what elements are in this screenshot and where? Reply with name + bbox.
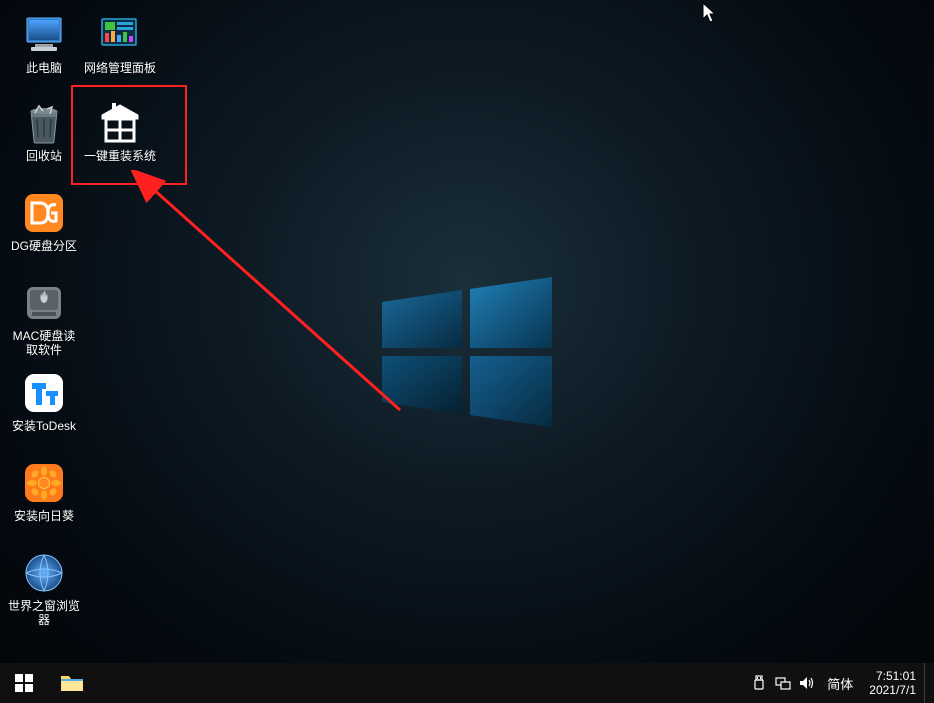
tray-volume-icon[interactable] <box>795 663 819 703</box>
tray-usb-icon[interactable] <box>747 663 771 703</box>
desktop-icon-dg-partition[interactable]: DG硬盘分区 <box>6 188 82 255</box>
desktop-icon-install-sunflower[interactable]: 安装向日葵 <box>6 458 82 525</box>
mac-disk-icon <box>21 280 67 326</box>
this-pc-icon <box>21 12 67 58</box>
clock-date: 2021/7/1 <box>869 683 916 697</box>
taskbar-file-explorer[interactable] <box>48 663 96 703</box>
tray-network-icon[interactable] <box>771 663 795 703</box>
windows-start-icon <box>15 674 33 692</box>
desktop-icon-this-pc[interactable]: 此电脑 <box>6 10 82 77</box>
dg-partition-icon <box>21 190 67 236</box>
tray-ime-indicator[interactable]: 简体 <box>819 663 861 703</box>
desktop-icon-mac-disk-reader[interactable]: MAC硬盘读取软件 <box>6 278 82 359</box>
sunflower-icon <box>21 460 67 506</box>
desktop-icon-label: 此电脑 <box>26 61 62 75</box>
desktop-icon-label: 一键重装系统 <box>84 149 156 163</box>
start-button[interactable] <box>0 663 48 703</box>
todesk-icon <box>21 370 67 416</box>
tray-clock[interactable]: 7:51:01 2021/7/1 <box>861 663 924 703</box>
desktop-icon-label: 安装向日葵 <box>14 509 74 523</box>
desktop-icon-label: MAC硬盘读取软件 <box>8 329 80 357</box>
desktop-icon-label: 网络管理面板 <box>84 61 156 75</box>
taskbar: 简体 7:51:01 2021/7/1 <box>0 663 934 703</box>
desktop-icon-recycle-bin[interactable]: 回收站 <box>6 98 82 165</box>
desktop-icon-one-click-reinstall[interactable]: 一键重装系统 <box>82 98 158 165</box>
desktop-icon-network-panel[interactable]: 网络管理面板 <box>82 10 158 77</box>
desktop-icon-world-window-browser[interactable]: 世界之窗浏览器 <box>6 548 82 629</box>
desktop-icon-label: 安装ToDesk <box>12 419 76 433</box>
wallpaper-windows-logo <box>377 262 557 442</box>
taskbar-left <box>0 663 96 703</box>
world-window-icon <box>21 550 67 596</box>
show-desktop-button[interactable] <box>924 663 930 703</box>
desktop-icon-label: DG硬盘分区 <box>11 239 77 253</box>
network-panel-icon <box>97 12 143 58</box>
desktop-icon-install-todesk[interactable]: 安装ToDesk <box>6 368 82 435</box>
desktop-icon-label: 世界之窗浏览器 <box>8 599 80 627</box>
reinstall-system-icon <box>97 100 143 146</box>
desktop-icon-label: 回收站 <box>26 149 62 163</box>
recycle-bin-icon <box>21 100 67 146</box>
taskbar-right: 简体 7:51:01 2021/7/1 <box>747 663 934 703</box>
file-explorer-icon <box>60 673 84 693</box>
ime-label-text: 简体 <box>827 674 853 693</box>
clock-time: 7:51:01 <box>869 669 916 683</box>
